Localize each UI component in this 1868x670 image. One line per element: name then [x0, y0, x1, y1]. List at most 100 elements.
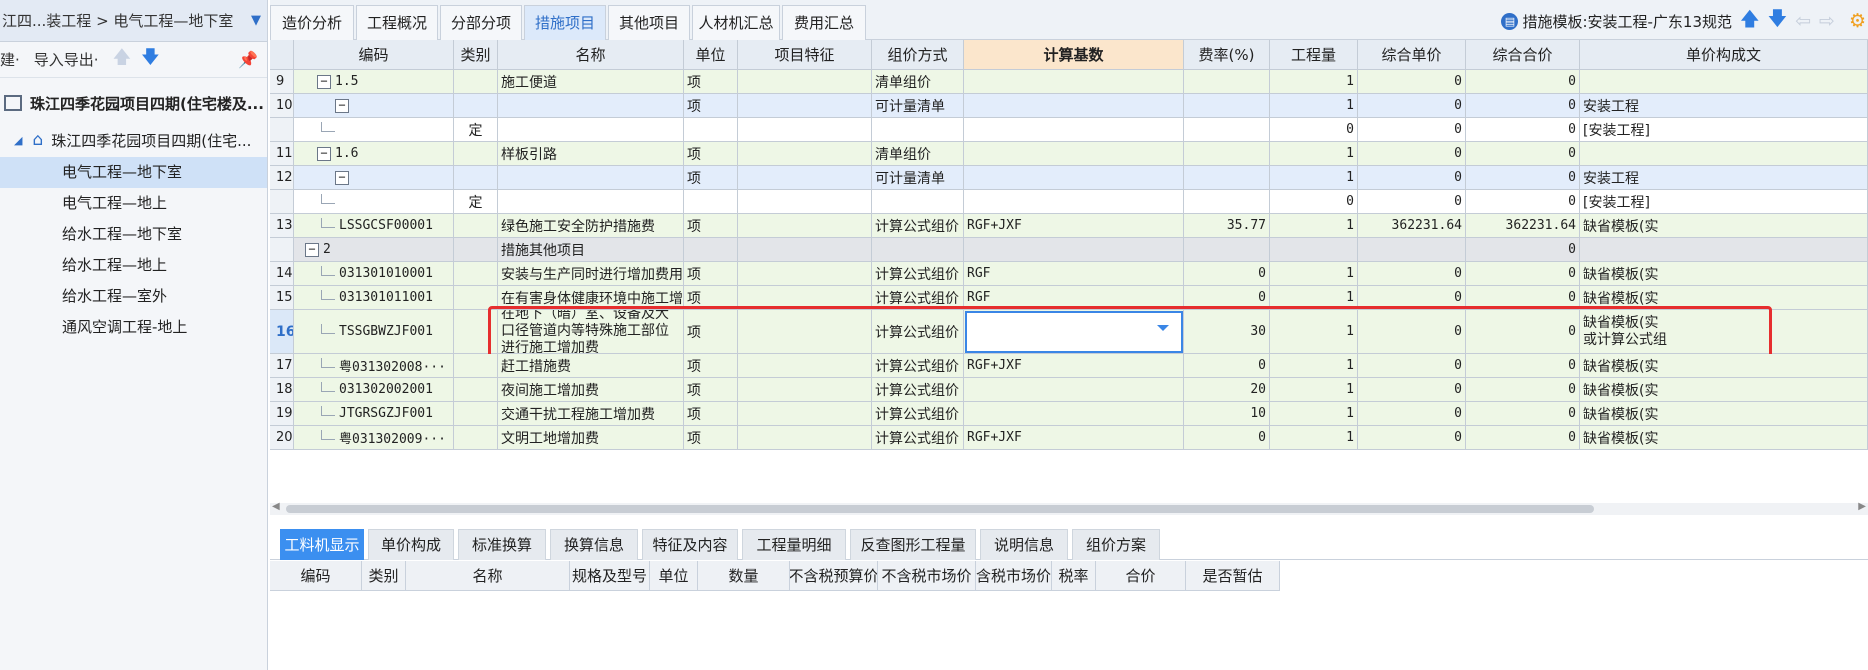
detail-tab-1[interactable]: 单价构成 [368, 529, 454, 560]
price-composition-cell[interactable]: 缺省模板(实 [1580, 426, 1868, 450]
resource-column-header[interactable]: 是否暂估 [1186, 561, 1280, 591]
calc-base-cell[interactable] [964, 70, 1184, 94]
unit-cell[interactable]: 项 [684, 214, 738, 238]
calc-base-cell[interactable] [964, 118, 1184, 142]
name-cell[interactable]: 赶工措施费 [498, 354, 684, 378]
collapse-icon[interactable]: − [335, 98, 349, 113]
rate-cell[interactable] [1184, 166, 1270, 190]
tp-cell[interactable]: 0 [1466, 426, 1580, 450]
name-cell[interactable]: 样板引路 [498, 142, 684, 166]
tp-cell[interactable]: 362231.64 [1466, 214, 1580, 238]
price-composition-cell[interactable]: 缺省模板(实 [1580, 262, 1868, 286]
qty-cell[interactable] [1270, 238, 1358, 262]
tp-cell[interactable]: 0 [1466, 94, 1580, 118]
price-composition-cell[interactable]: [安装工程] [1580, 118, 1868, 142]
arrow-down-icon[interactable]: 🡇 [141, 45, 160, 75]
code-cell[interactable]: −1.6 [294, 142, 454, 166]
name-cell[interactable]: 施工便道 [498, 70, 684, 94]
code-cell[interactable]: 粤031302009··· [294, 426, 454, 450]
code-cell[interactable]: − [294, 166, 454, 190]
column-header[interactable]: 组价方式 [872, 40, 964, 70]
arrow-up-icon[interactable]: 🡅 [1740, 5, 1760, 37]
name-cell[interactable] [498, 94, 684, 118]
tp-cell[interactable]: 0 [1466, 190, 1580, 214]
qty-cell[interactable]: 1 [1270, 402, 1358, 426]
name-cell[interactable]: 措施其他项目 [498, 238, 684, 262]
price-composition-cell[interactable]: 安装工程 [1580, 166, 1868, 190]
up-cell[interactable] [1358, 238, 1466, 262]
arrow-left-icon[interactable]: ⇦ [1795, 10, 1811, 32]
code-cell[interactable]: −1.5 [294, 70, 454, 94]
calc-base-cell[interactable]: RGF [964, 262, 1184, 286]
type-cell[interactable] [454, 70, 498, 94]
tab-5[interactable]: 人材机汇总 [692, 5, 780, 40]
unit-cell[interactable] [684, 190, 738, 214]
up-cell[interactable]: 0 [1358, 94, 1466, 118]
pricing-method-cell[interactable] [872, 238, 964, 262]
price-composition-cell[interactable] [1580, 70, 1868, 94]
code-cell[interactable]: − [294, 94, 454, 118]
tp-cell[interactable]: 0 [1466, 166, 1580, 190]
grid-cell[interactable] [738, 142, 872, 166]
template-label[interactable]: 措施模板:安装工程-广东13规范 [1522, 11, 1732, 32]
column-header[interactable]: 项目特征 [738, 40, 872, 70]
expand-caret-icon[interactable]: ◢ [14, 134, 22, 147]
qty-cell[interactable]: 1 [1270, 142, 1358, 166]
calc-base-cell[interactable] [964, 190, 1184, 214]
price-composition-cell[interactable] [1580, 238, 1868, 262]
pricing-method-cell[interactable]: 计算公式组价 [872, 426, 964, 450]
tree-item[interactable]: 电气工程—地上 [0, 188, 267, 219]
name-cell[interactable]: 交通干扰工程施工增加费 [498, 402, 684, 426]
rate-cell[interactable]: 35.77 [1184, 214, 1270, 238]
unit-cell[interactable]: 项 [684, 354, 738, 378]
unit-cell[interactable]: 项 [684, 402, 738, 426]
unit-cell[interactable]: 项 [684, 378, 738, 402]
up-cell[interactable]: 0 [1358, 262, 1466, 286]
qty-cell[interactable]: 1 [1270, 70, 1358, 94]
rate-cell[interactable]: 20 [1184, 378, 1270, 402]
code-cell[interactable] [294, 190, 454, 214]
column-header[interactable]: 单价构成文 [1580, 40, 1868, 70]
calc-base-cell[interactable] [964, 142, 1184, 166]
code-cell[interactable]: 031301010001 [294, 262, 454, 286]
rate-cell[interactable] [1184, 142, 1270, 166]
code-cell[interactable]: 031302002001 [294, 378, 454, 402]
column-header[interactable]: 单位 [684, 40, 738, 70]
qty-cell[interactable]: 1 [1270, 214, 1358, 238]
detail-tab-4[interactable]: 特征及内容 [642, 529, 738, 560]
rate-cell[interactable]: 0 [1184, 262, 1270, 286]
tp-cell[interactable]: 0 [1466, 118, 1580, 142]
price-composition-cell[interactable]: [安装工程] [1580, 190, 1868, 214]
horizontal-scrollbar[interactable]: ◀ ▶ [270, 501, 1868, 515]
pricing-method-cell[interactable] [872, 190, 964, 214]
grid-cell[interactable] [738, 70, 872, 94]
up-cell[interactable]: 0 [1358, 378, 1466, 402]
qty-cell[interactable]: 0 [1270, 118, 1358, 142]
tp-cell[interactable]: 0 [1466, 142, 1580, 166]
rate-cell[interactable] [1184, 118, 1270, 142]
type-cell[interactable] [454, 378, 498, 402]
grid-cell[interactable] [738, 238, 872, 262]
up-cell[interactable]: 0 [1358, 142, 1466, 166]
resource-column-header[interactable]: 类别 [362, 561, 406, 591]
type-cell[interactable] [454, 94, 498, 118]
type-cell[interactable] [454, 354, 498, 378]
name-cell[interactable]: 安装与生产同时进行增加费用 [498, 262, 684, 286]
pricing-method-cell[interactable]: 清单组价 [872, 142, 964, 166]
type-cell[interactable] [454, 214, 498, 238]
up-cell[interactable]: 0 [1358, 166, 1466, 190]
code-cell[interactable]: 粤031302008··· [294, 354, 454, 378]
breadcrumb[interactable]: 江四...装工程 > 电气工程—地下室 [0, 10, 244, 31]
detail-tab-5[interactable]: 工程量明细 [742, 529, 846, 560]
grid-cell[interactable] [738, 94, 872, 118]
rate-cell[interactable]: 10 [1184, 402, 1270, 426]
calc-base-cell[interactable] [964, 378, 1184, 402]
price-composition-cell[interactable]: 缺省模板(实 [1580, 378, 1868, 402]
resource-column-header[interactable]: 数量 [698, 561, 790, 591]
pricing-method-cell[interactable]: 可计量清单 [872, 94, 964, 118]
grid-cell[interactable] [738, 378, 872, 402]
calc-base-cell[interactable] [964, 402, 1184, 426]
code-cell[interactable]: JTGRSGZJF001 [294, 402, 454, 426]
pin-icon[interactable]: 📌 [238, 50, 258, 69]
resource-column-header[interactable]: 名称 [406, 561, 570, 591]
